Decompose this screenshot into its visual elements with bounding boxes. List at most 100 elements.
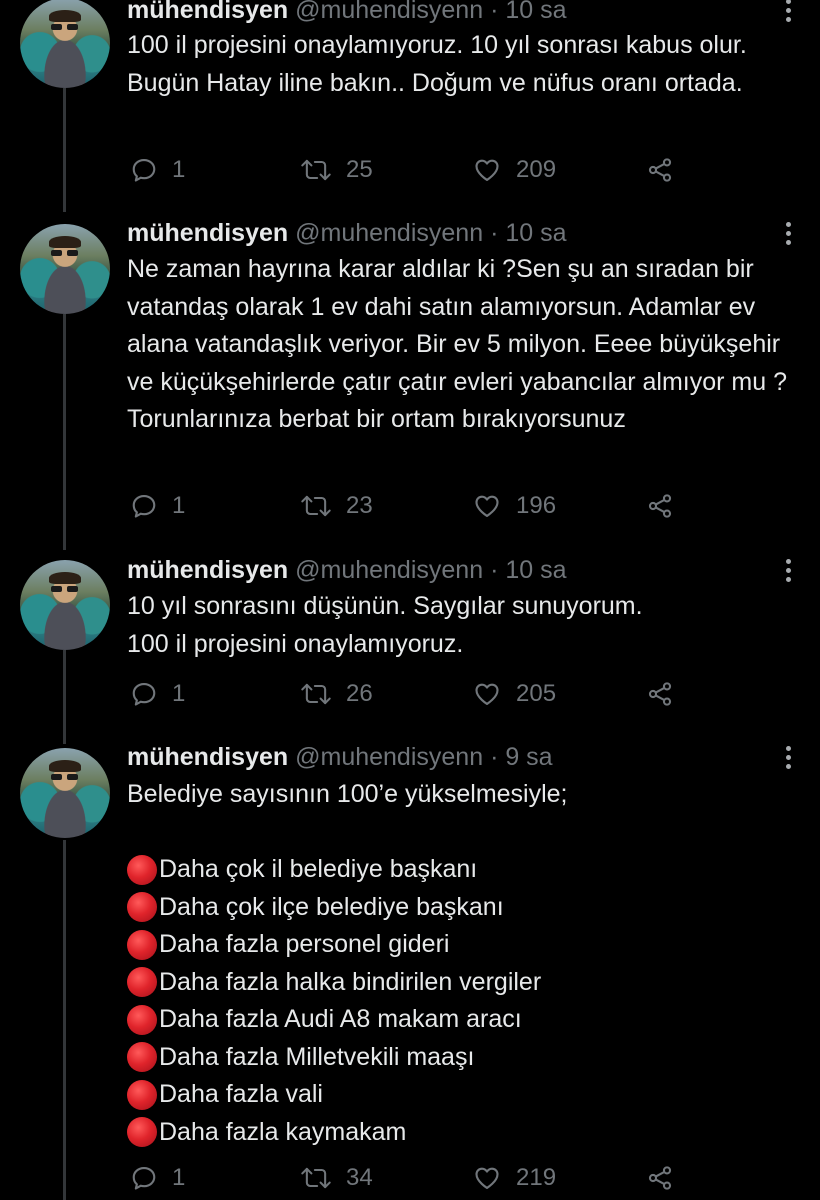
reply-count: 1 bbox=[172, 492, 186, 519]
author-name[interactable]: mühendisyen bbox=[127, 743, 288, 771]
more-options-icon[interactable] bbox=[776, 0, 800, 25]
red-circle-icon bbox=[127, 892, 157, 923]
red-circle-icon bbox=[127, 1042, 157, 1073]
author-handle[interactable]: @muhendisyenn bbox=[295, 556, 483, 584]
reply-button[interactable]: 1 bbox=[130, 674, 185, 714]
red-circle-icon bbox=[127, 1004, 157, 1035]
thread-line bbox=[63, 840, 66, 1200]
red-circle-icon bbox=[127, 929, 157, 960]
retweet-button[interactable]: 34 bbox=[300, 1158, 373, 1198]
list-item: Daha fazla kaymakam bbox=[127, 1114, 807, 1152]
reply-count: 1 bbox=[172, 1164, 186, 1191]
share-button[interactable] bbox=[646, 150, 674, 190]
list-item: Daha fazla Milletvekili maaşı bbox=[127, 1039, 807, 1077]
retweet-count: 26 bbox=[346, 680, 373, 707]
share-icon bbox=[648, 158, 672, 182]
thread-line bbox=[63, 200, 66, 212]
tweet-actions: 1 23 196 bbox=[0, 486, 820, 526]
tweet-header: mühendisyen @muhendisyenn · 10 sa bbox=[127, 555, 567, 585]
retweet-icon bbox=[301, 683, 331, 705]
avatar[interactable] bbox=[20, 560, 110, 650]
tweet-header: mühendisyen @muhendisyenn · 10 sa bbox=[127, 0, 567, 25]
reply-icon bbox=[132, 1167, 156, 1190]
retweet-icon bbox=[301, 159, 331, 181]
share-button[interactable] bbox=[646, 1158, 674, 1198]
heart-icon bbox=[475, 495, 499, 517]
retweet-button[interactable]: 25 bbox=[300, 150, 373, 190]
tweet-2[interactable]: mühendisyen @muhendisyenn · 10 sa Ne zam… bbox=[0, 200, 820, 550]
tweet-3[interactable]: mühendisyen @muhendisyenn · 10 sa 10 yıl… bbox=[0, 550, 820, 734]
tweet-text: Belediye sayısının 100’e yükselmesiyle; bbox=[127, 780, 568, 808]
like-button[interactable]: 209 bbox=[472, 150, 556, 190]
share-icon bbox=[648, 682, 672, 706]
like-count: 196 bbox=[516, 492, 557, 519]
list-item: Daha fazla Audi A8 makam aracı bbox=[127, 1001, 807, 1039]
author-name[interactable]: mühendisyen bbox=[127, 0, 288, 24]
avatar[interactable] bbox=[20, 224, 110, 314]
reply-icon bbox=[132, 495, 156, 518]
tweet-time[interactable]: · 10 sa bbox=[490, 0, 566, 24]
tweet-text: 10 yıl sonrasını düşünün. Saygılar sunuy… bbox=[127, 592, 643, 658]
tweet-time[interactable]: · 9 sa bbox=[490, 743, 553, 771]
share-button[interactable] bbox=[646, 486, 674, 526]
retweet-count: 34 bbox=[346, 1164, 373, 1191]
reply-button[interactable]: 1 bbox=[130, 150, 185, 190]
tweet-header: mühendisyen @muhendisyenn · 10 sa bbox=[127, 218, 567, 248]
retweet-count: 23 bbox=[346, 492, 373, 519]
red-circle-icon bbox=[127, 1079, 157, 1110]
like-count: 219 bbox=[516, 1164, 557, 1191]
red-circle-icon bbox=[127, 1117, 157, 1148]
author-name[interactable]: mühendisyen bbox=[127, 219, 288, 247]
red-circle-icon bbox=[127, 967, 157, 998]
more-options-icon[interactable] bbox=[776, 555, 800, 585]
reply-button[interactable]: 1 bbox=[130, 1158, 185, 1198]
avatar[interactable] bbox=[20, 748, 110, 838]
reply-count: 1 bbox=[172, 156, 186, 183]
heart-icon bbox=[475, 683, 499, 705]
like-button[interactable]: 196 bbox=[472, 486, 556, 526]
author-handle[interactable]: @muhendisyenn bbox=[295, 743, 483, 771]
like-count: 209 bbox=[516, 156, 557, 183]
retweet-button[interactable]: 26 bbox=[300, 674, 373, 714]
reply-count: 1 bbox=[172, 680, 186, 707]
list-item: Daha çok ilçe belediye başkanı bbox=[127, 889, 807, 927]
tweet-text: Ne zaman hayrına karar aldılar ki ?Sen ş… bbox=[127, 255, 788, 433]
list-item: Daha fazla halka bindirilen vergiler bbox=[127, 964, 807, 1002]
list-item: Daha çok il belediye başkanı bbox=[127, 851, 807, 889]
author-name[interactable]: mühendisyen bbox=[127, 556, 288, 584]
tweet-1[interactable]: mühendisyen @muhendisyenn · 10 sa 100 il… bbox=[0, 0, 820, 200]
like-button[interactable]: 205 bbox=[472, 674, 556, 714]
tweet-header: mühendisyen @muhendisyenn · 9 sa bbox=[127, 742, 553, 772]
tweet-4[interactable]: mühendisyen @muhendisyenn · 9 sa Belediy… bbox=[0, 734, 820, 1200]
tweet-list: Daha çok il belediye başkanı Daha çok il… bbox=[127, 851, 807, 1151]
share-icon bbox=[648, 1166, 672, 1190]
more-options-icon[interactable] bbox=[776, 218, 800, 248]
retweet-icon bbox=[301, 495, 331, 517]
red-circle-icon bbox=[127, 854, 157, 885]
tweet-time[interactable]: · 10 sa bbox=[490, 219, 566, 247]
tweet-actions: 1 26 205 bbox=[0, 674, 820, 714]
author-handle[interactable]: @muhendisyenn bbox=[295, 0, 483, 24]
reply-icon bbox=[132, 159, 156, 182]
share-button[interactable] bbox=[646, 674, 674, 714]
share-icon bbox=[648, 494, 672, 518]
author-handle[interactable]: @muhendisyenn bbox=[295, 219, 483, 247]
tweet-time[interactable]: · 10 sa bbox=[490, 556, 566, 584]
retweet-button[interactable]: 23 bbox=[300, 486, 373, 526]
list-item: Daha fazla personel gideri bbox=[127, 926, 807, 964]
tweet-actions: 1 25 209 bbox=[0, 150, 820, 190]
like-count: 205 bbox=[516, 680, 557, 707]
thread-line bbox=[63, 734, 66, 744]
retweet-icon bbox=[301, 1167, 331, 1189]
reply-button[interactable]: 1 bbox=[130, 486, 185, 526]
like-button[interactable]: 219 bbox=[472, 1158, 556, 1198]
list-item: Daha fazla vali bbox=[127, 1076, 807, 1114]
heart-icon bbox=[475, 159, 499, 181]
more-options-icon[interactable] bbox=[776, 742, 800, 772]
heart-icon bbox=[475, 1167, 499, 1189]
reply-icon bbox=[132, 683, 156, 706]
tweet-actions: 1 34 219 bbox=[0, 1158, 820, 1198]
tweet-text: 100 il projesini onaylamıyoruz. 10 yıl s… bbox=[127, 31, 754, 97]
retweet-count: 25 bbox=[346, 156, 373, 183]
avatar[interactable] bbox=[20, 0, 110, 88]
